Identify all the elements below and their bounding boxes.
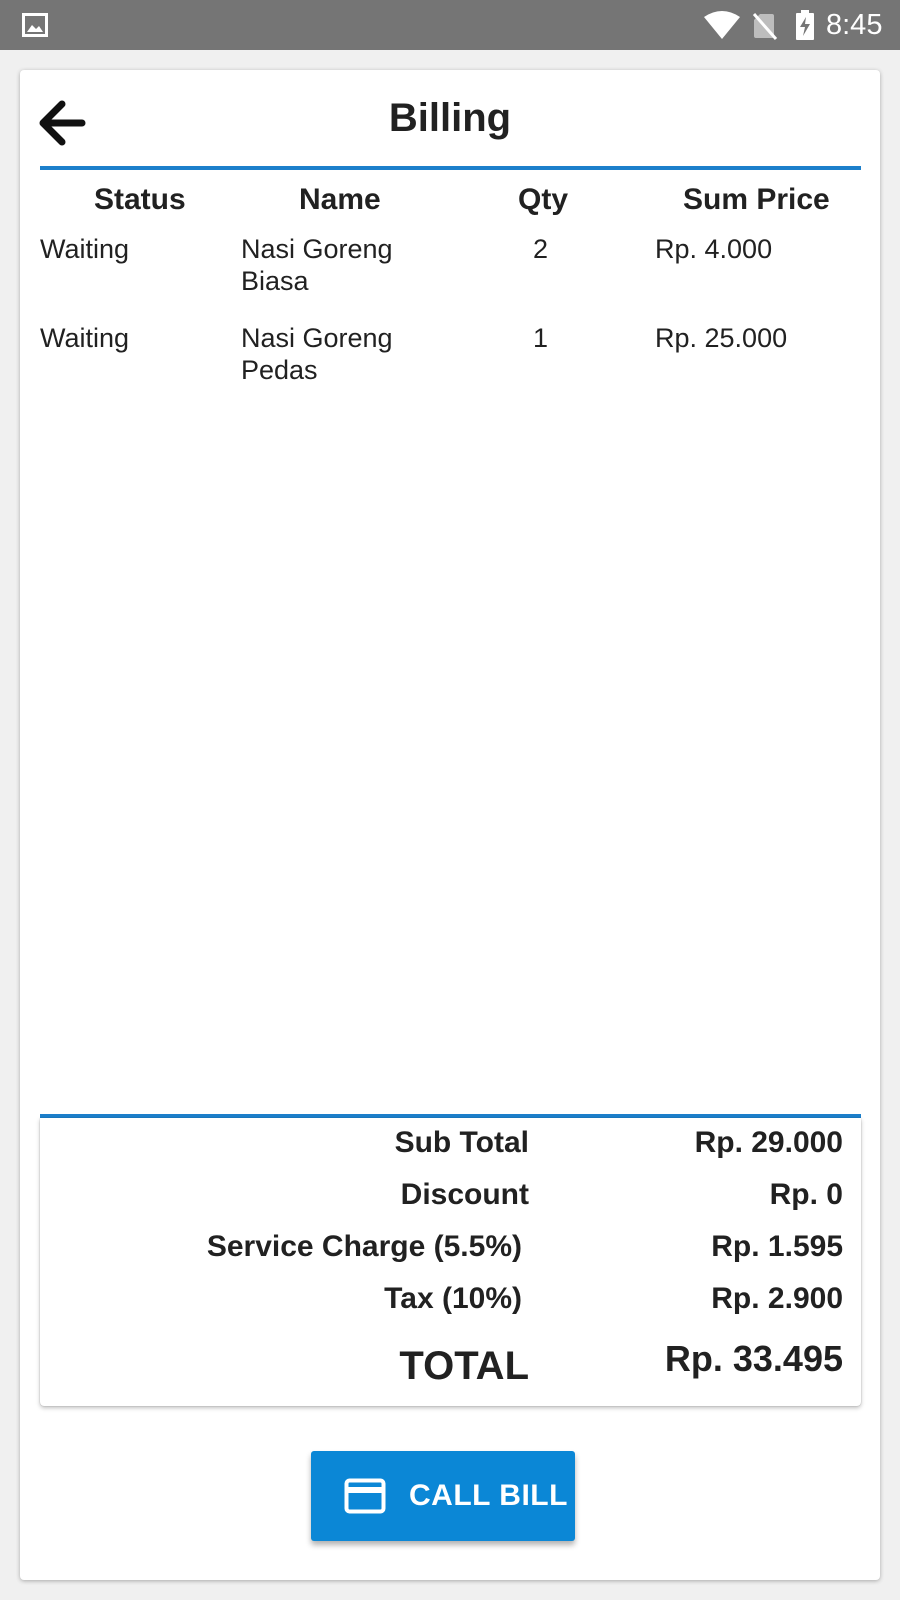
wifi-icon <box>703 11 741 44</box>
service-charge-label: Service Charge (5.5%) <box>206 1230 522 1263</box>
table-row-qty: 2 <box>533 234 549 264</box>
tax-value: Rp. 2.900 <box>711 1282 843 1315</box>
table-row-sum-price: Rp. 25.000 <box>655 323 788 353</box>
table-row-status: Waiting <box>40 323 130 353</box>
table-row-qty: 1 <box>533 323 549 353</box>
item-name-line: Pedas <box>241 355 318 385</box>
header-divider <box>40 166 861 170</box>
sub-total-value: Rp. 29.000 <box>694 1126 843 1159</box>
discount-label: Discount <box>400 1178 529 1211</box>
billing-card: Billing Status Name Qty Sum Price Waitin… <box>20 70 880 1580</box>
call-bill-label: CALL BILL <box>409 1479 568 1512</box>
table-row-sum-price: Rp. 4.000 <box>655 234 773 264</box>
item-name-line: Nasi Goreng <box>241 234 393 264</box>
column-header-qty: Qty <box>518 183 569 216</box>
service-charge-value: Rp. 1.595 <box>711 1230 843 1263</box>
status-time: 8:45 <box>826 9 883 41</box>
total-label: TOTAL <box>399 1344 529 1388</box>
total-value: Rp. 33.495 <box>664 1338 843 1379</box>
tax-label: Tax (10%) <box>384 1282 522 1315</box>
gallery-icon <box>22 13 48 42</box>
table-row-name: Nasi Goreng Biasa <box>241 233 393 297</box>
sub-total-label: Sub Total <box>394 1126 529 1159</box>
status-bar: 8:45 <box>0 0 900 50</box>
table-row-status: Waiting <box>40 234 130 264</box>
battery-charging-icon <box>795 10 815 45</box>
column-header-name: Name <box>299 183 381 216</box>
item-name-line: Biasa <box>241 266 309 296</box>
column-header-sum-price: Sum Price <box>683 183 830 216</box>
table-row-name: Nasi Goreng Pedas <box>241 322 393 386</box>
bill-summary: Sub Total Rp. 29.000 Discount Rp. 0 Serv… <box>40 1118 861 1406</box>
no-sim-icon <box>752 12 778 45</box>
item-name-line: Nasi Goreng <box>241 323 393 353</box>
page-title: Billing <box>388 96 512 140</box>
discount-value: Rp. 0 <box>769 1178 843 1211</box>
column-header-status: Status <box>94 183 186 216</box>
credit-card-icon <box>344 1478 386 1519</box>
call-bill-button[interactable]: CALL BILL <box>311 1451 575 1541</box>
